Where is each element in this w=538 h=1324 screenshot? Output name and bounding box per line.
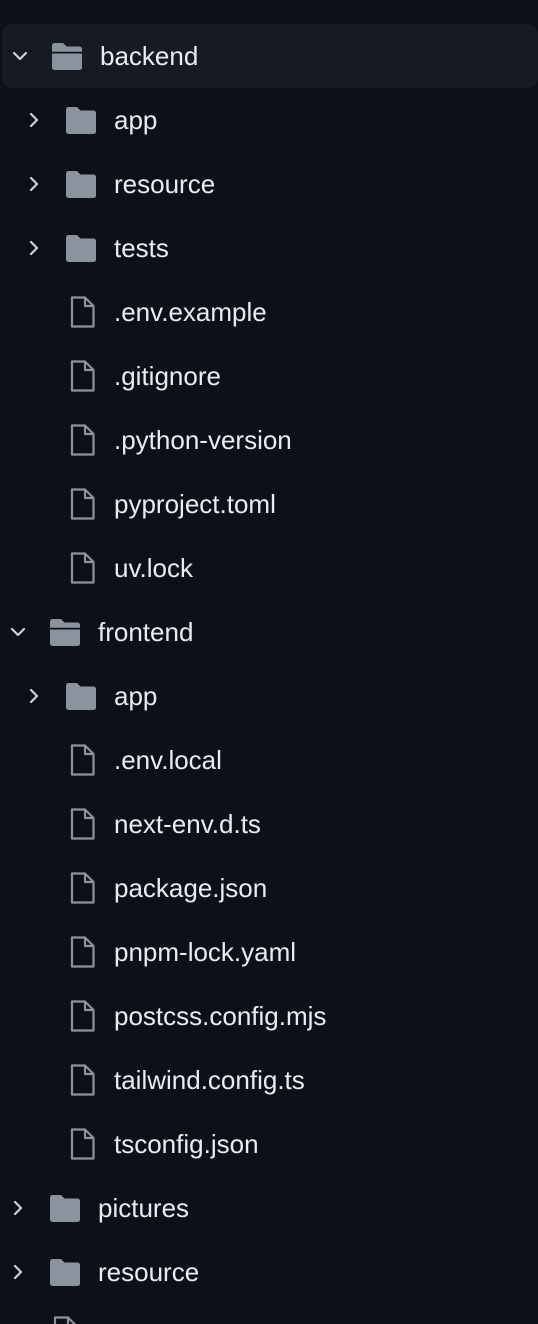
tree-file-dot-python-version[interactable]: .python-version [0, 408, 538, 472]
tree-item-label: tailwind.config.ts [114, 1065, 305, 1095]
file-icon [68, 1000, 96, 1032]
tree-folder-backend[interactable]: backend [2, 24, 538, 88]
folder-icon [49, 1257, 81, 1287]
file-icon [68, 488, 96, 520]
tree-item-label: app [114, 681, 158, 711]
file-icon [68, 1064, 96, 1096]
tree-folder-resource[interactable]: resource [0, 152, 538, 216]
chevron-right-icon[interactable] [24, 174, 44, 194]
chevron-right-icon[interactable] [24, 686, 44, 706]
folder-open-icon [51, 41, 83, 71]
folder-icon [65, 105, 97, 135]
tree-item-label: .python-version [114, 425, 292, 455]
tree-item-label: .env.example [114, 297, 267, 327]
tree-item-label: pyproject.toml [114, 489, 276, 519]
file-icon [68, 872, 96, 904]
tree-folder-resource[interactable]: resource [0, 1240, 538, 1304]
tree-folder-app[interactable]: app [0, 88, 538, 152]
file-icon [68, 936, 96, 968]
chevron-right-icon[interactable] [8, 1198, 28, 1218]
chevron-right-icon[interactable] [24, 238, 44, 258]
folder-icon [49, 1193, 81, 1223]
tree-folder-tests[interactable]: tests [0, 216, 538, 280]
tree-file-uv-lock[interactable]: uv.lock [0, 536, 538, 600]
folder-icon [65, 169, 97, 199]
tree-item-label: pnpm-lock.yaml [114, 937, 297, 967]
tree-folder-pictures[interactable]: pictures [0, 1176, 538, 1240]
file-icon [68, 552, 96, 584]
tree-item-label: tsconfig.json [114, 1129, 259, 1159]
tree-file-dot-gitignore[interactable]: .gitignore [0, 344, 538, 408]
file-icon [68, 808, 96, 840]
file-tree: backend app resource tests .env.example .giti… [0, 24, 538, 1304]
tree-item-label: resource [114, 169, 216, 199]
file-icon [68, 424, 96, 456]
tree-item-label: postcss.config.mjs [114, 1001, 327, 1031]
chevron-right-icon[interactable] [24, 110, 44, 130]
tree-file-dot-env-local[interactable]: .env.local [0, 728, 538, 792]
chevron-right-icon[interactable] [8, 1262, 28, 1282]
tree-folder-app[interactable]: app [0, 664, 538, 728]
tree-item-label: frontend [98, 617, 194, 647]
tree-item-label: .env.local [114, 745, 222, 775]
tree-file-postcss-config-mjs[interactable]: postcss.config.mjs [0, 984, 538, 1048]
file-icon [68, 296, 96, 328]
tree-item-label: backend [100, 41, 199, 71]
folder-icon [65, 681, 97, 711]
tree-file-package-json[interactable]: package.json [0, 856, 538, 920]
folder-icon [65, 233, 97, 263]
chevron-down-icon[interactable] [8, 622, 28, 642]
tree-item-label: tests [114, 233, 169, 263]
chevron-down-icon[interactable] [10, 46, 30, 66]
tree-item-label: uv.lock [114, 553, 193, 583]
tree-file-dot-env-example[interactable]: .env.example [0, 280, 538, 344]
tree-item-label: pictures [98, 1193, 190, 1223]
tree-item-label: next-env.d.ts [114, 809, 261, 839]
tree-item-label: package.json [114, 873, 268, 903]
tree-file-next-env-d-ts[interactable]: next-env.d.ts [0, 792, 538, 856]
tree-file-tsconfig-json[interactable]: tsconfig.json [0, 1112, 538, 1176]
tree-item-label: app [114, 105, 158, 135]
tree-file-pyproject-toml[interactable]: pyproject.toml [0, 472, 538, 536]
tree-folder-frontend[interactable]: frontend [0, 600, 538, 664]
file-icon [51, 1316, 79, 1324]
file-icon [68, 1128, 96, 1160]
tree-file-pnpm-lock-yaml[interactable]: pnpm-lock.yaml [0, 920, 538, 984]
file-icon [68, 744, 96, 776]
tree-file-tailwind-config-ts[interactable]: tailwind.config.ts [0, 1048, 538, 1112]
folder-open-icon [49, 617, 81, 647]
tree-item-label: .gitignore [114, 361, 221, 391]
file-icon [68, 360, 96, 392]
tree-item-label: resource [98, 1257, 200, 1287]
